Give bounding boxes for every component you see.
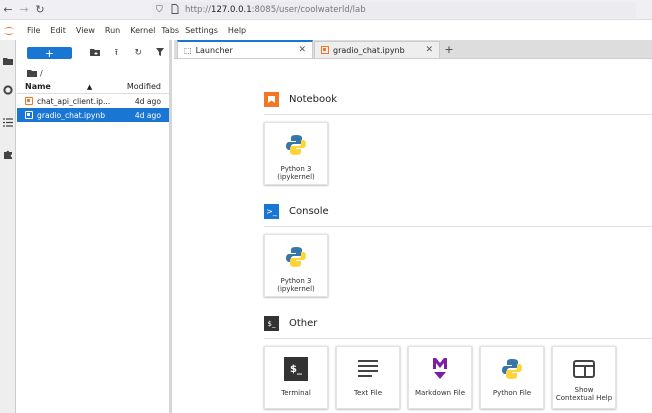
python-logo-icon xyxy=(500,357,524,381)
extensions-puzzle-icon[interactable] xyxy=(3,149,13,159)
url-prefix: http:// xyxy=(185,5,212,15)
section-title: Notebook xyxy=(289,94,338,105)
launcher-tab-icon: ⬚ xyxy=(184,45,192,55)
notebook-section-icon xyxy=(264,92,279,107)
card-label: Terminal xyxy=(281,389,311,397)
new-launcher-button[interactable]: + xyxy=(27,47,72,60)
divider xyxy=(264,226,652,227)
tab-bar: ⬚ Launcher ✕ gradio_chat.ipynb ✕ + xyxy=(174,40,652,59)
file-list: chat_api_client.ip... 4d ago gradio_chat.i… xyxy=(17,94,169,122)
jupyter-logo-icon xyxy=(2,24,16,38)
card-label: Python 3 (ipykernel) xyxy=(277,165,315,181)
filter-icon[interactable] xyxy=(151,47,169,59)
card-label: Python 3 (ipykernel) xyxy=(277,277,315,293)
markdown-icon xyxy=(428,357,452,381)
menu-edit[interactable]: Edit xyxy=(45,26,71,35)
section-console: >_ Console xyxy=(264,204,329,219)
terminal-card[interactable]: $_ Terminal xyxy=(264,346,328,409)
other-section-icon: $_ xyxy=(264,316,279,331)
terminal-icon: $_ xyxy=(284,357,308,381)
close-icon[interactable]: ✕ xyxy=(425,45,433,55)
menu-file[interactable]: File xyxy=(22,26,45,35)
menu-tabs[interactable]: Tabs xyxy=(160,26,180,35)
section-other: $_ Other xyxy=(264,316,317,331)
menu-run[interactable]: Run xyxy=(100,26,125,35)
console-section-icon: >_ xyxy=(264,204,279,219)
url-host: 127.0.0.1 xyxy=(211,5,252,15)
tab-gradio-chat[interactable]: gradio_chat.ipynb ✕ xyxy=(314,41,440,58)
menu-bar: File Edit View Run Kernel Tabs Settings … xyxy=(0,21,652,40)
notebook-icon xyxy=(321,46,329,54)
contextual-help-card[interactable]: Show Contextual Help xyxy=(552,346,616,409)
card-label: Text File xyxy=(353,389,383,397)
section-title: Console xyxy=(289,206,329,217)
notebook-icon xyxy=(25,111,33,119)
python-file-card[interactable]: Python File xyxy=(480,346,544,409)
divider xyxy=(264,338,652,339)
column-modified[interactable]: Modified xyxy=(127,82,161,91)
forward-arrow-icon[interactable]: → xyxy=(16,2,32,18)
upload-icon[interactable]: ⭱ xyxy=(107,45,125,61)
file-browser-toolbar: + ⭱ ↻ xyxy=(17,40,169,66)
divider xyxy=(264,114,652,115)
notebook-icon xyxy=(25,97,33,105)
folder-icon[interactable] xyxy=(27,69,37,77)
menu-settings[interactable]: Settings xyxy=(180,26,223,35)
launcher-panel: Notebook Python 3 (ipykernel) >_ Console… xyxy=(174,60,652,413)
menu-view[interactable]: View xyxy=(71,26,100,35)
tab-label: Launcher xyxy=(195,45,233,55)
file-browser-panel: + ⭱ ↻ / Name ▲ Modified chat_api_client.… xyxy=(17,40,172,413)
console-python3-card[interactable]: Python 3 (ipykernel) xyxy=(264,234,328,297)
left-activity-bar xyxy=(0,40,16,413)
url-path: :8085/user/coolwaterld/lab xyxy=(251,5,366,15)
new-folder-icon[interactable] xyxy=(86,48,104,59)
page-icon xyxy=(171,3,181,17)
browser-toolbar: ← → ↻ ⛉ http://127.0.0.1:8085/user/coolw… xyxy=(0,0,652,20)
tab-launcher[interactable]: ⬚ Launcher ✕ xyxy=(177,40,313,58)
file-name: chat_api_client.ip... xyxy=(37,96,111,106)
menu-kernel[interactable]: Kernel xyxy=(125,26,160,35)
table-of-contents-icon[interactable] xyxy=(3,117,13,127)
text-file-card[interactable]: Text File xyxy=(336,346,400,409)
card-label: Python File xyxy=(492,389,532,397)
tab-label: gradio_chat.ipynb xyxy=(333,45,405,55)
file-name: gradio_chat.ipynb xyxy=(37,110,106,120)
back-arrow-icon[interactable]: ← xyxy=(0,2,16,18)
file-row[interactable]: gradio_chat.ipynb 4d ago xyxy=(17,108,169,122)
card-label: Show Contextual Help xyxy=(555,386,613,402)
file-modified: 4d ago xyxy=(134,96,161,106)
main-area: ⬚ Launcher ✕ gradio_chat.ipynb ✕ + Noteb… xyxy=(174,40,652,413)
python-logo-icon xyxy=(284,245,308,269)
close-icon[interactable]: ✕ xyxy=(298,45,306,55)
shield-icon: ⛉ xyxy=(156,5,163,15)
breadcrumb: / xyxy=(17,66,169,80)
breadcrumb-root[interactable]: / xyxy=(40,69,43,78)
menu-help[interactable]: Help xyxy=(223,26,251,35)
file-list-header: Name ▲ Modified xyxy=(17,80,169,94)
notebook-python3-card[interactable]: Python 3 (ipykernel) xyxy=(264,122,328,185)
running-kernels-icon[interactable] xyxy=(3,85,13,95)
python-logo-icon xyxy=(284,133,308,157)
file-row[interactable]: chat_api_client.ip... 4d ago xyxy=(17,94,169,108)
card-label: Markdown File xyxy=(414,389,466,397)
contextual-help-icon xyxy=(572,357,596,381)
refresh-icon[interactable]: ↻ xyxy=(129,48,147,58)
section-notebook: Notebook xyxy=(264,92,337,107)
markdown-file-card[interactable]: Markdown File xyxy=(408,346,472,409)
column-name[interactable]: Name xyxy=(25,82,87,91)
reload-icon[interactable]: ↻ xyxy=(32,2,48,18)
folder-icon[interactable] xyxy=(3,56,13,66)
new-tab-button[interactable]: + xyxy=(441,41,457,58)
section-title: Other xyxy=(289,318,318,329)
url-bar[interactable]: ⛉ http://127.0.0.1:8085/user/coolwaterld… xyxy=(152,2,636,18)
sort-ascending-icon[interactable]: ▲ xyxy=(87,83,127,91)
file-modified: 4d ago xyxy=(134,110,161,120)
text-file-icon xyxy=(356,357,380,381)
